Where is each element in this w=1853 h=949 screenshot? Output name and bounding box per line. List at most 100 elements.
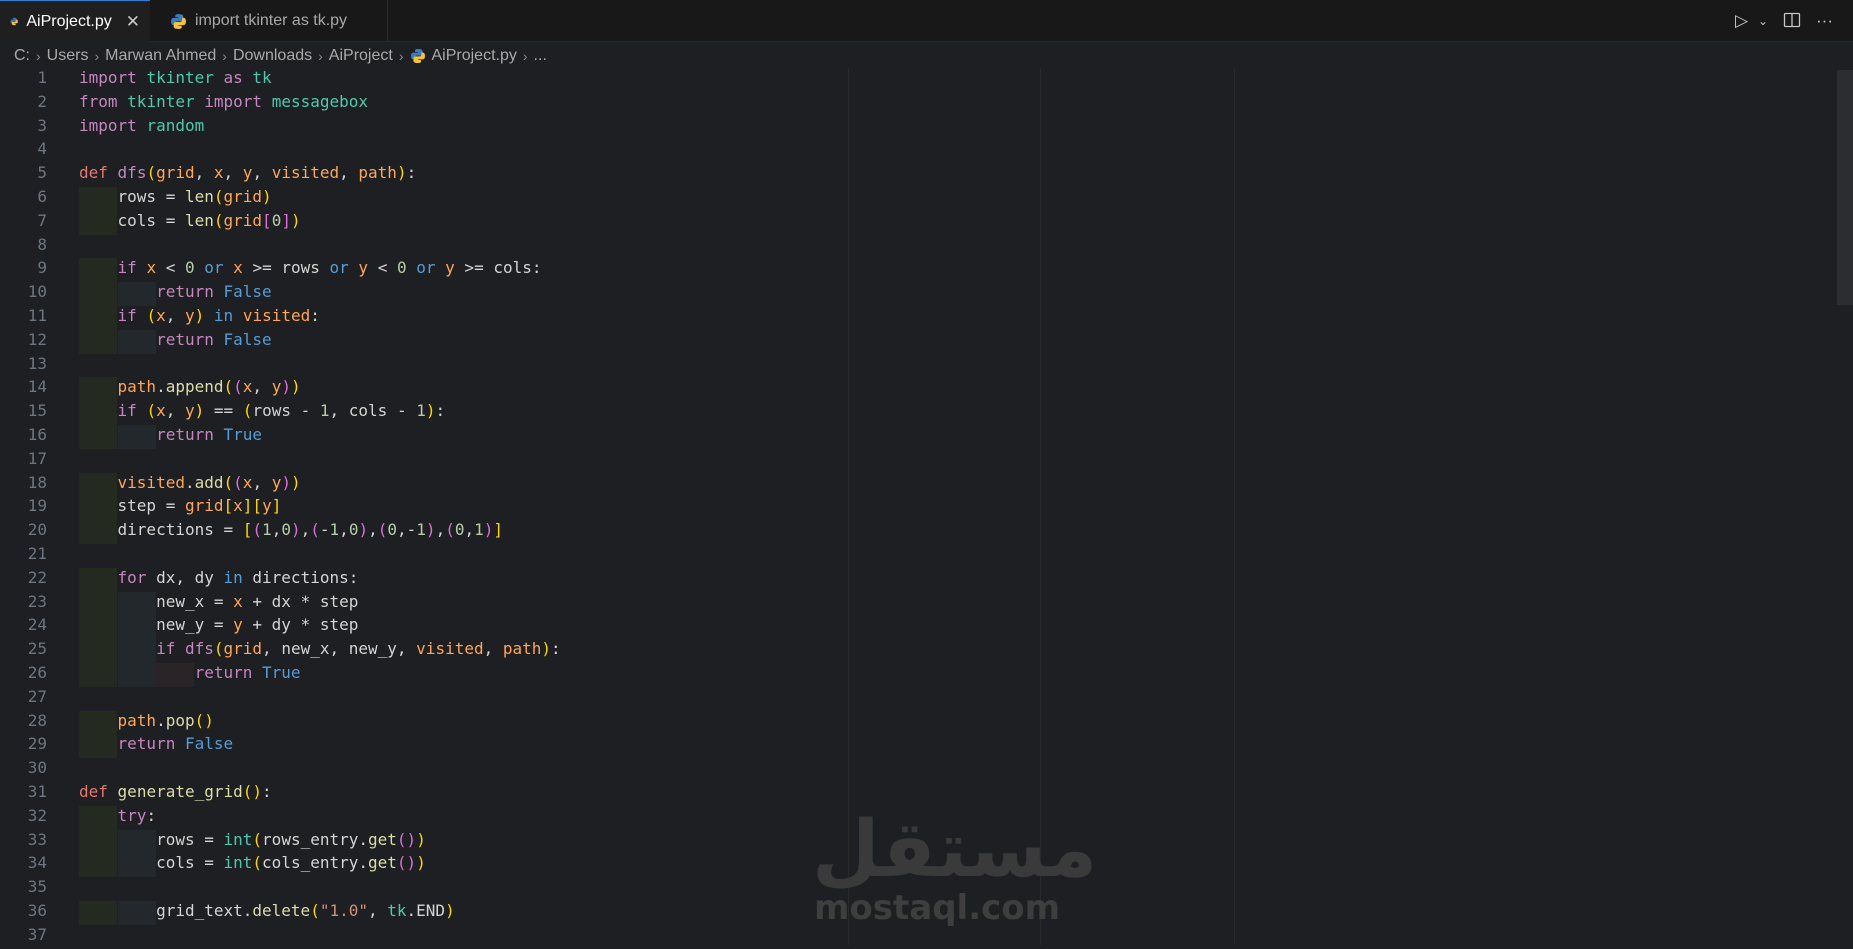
- code-line[interactable]: 20 directions = [(1,0),(-1,0),(0,-1),(0,…: [0, 520, 1830, 544]
- line-code: grid_text.delete("1.0", tk.END): [79, 901, 455, 920]
- scrollbar-thumb[interactable]: [1837, 70, 1853, 305]
- line-number: 9: [37, 258, 47, 278]
- line-number: 1: [37, 68, 47, 87]
- run-icon[interactable]: ▷: [1735, 11, 1748, 31]
- chevron-down-icon[interactable]: ⌄: [1758, 14, 1768, 28]
- tab-aiproject[interactable]: AiProject.py ✕: [0, 0, 150, 42]
- line-code: if (x, y) == (rows - 1, cols - 1):: [117, 401, 446, 421]
- code-line[interactable]: 27: [0, 687, 1830, 711]
- code-line[interactable]: 8: [0, 235, 1830, 259]
- line-number: 32: [27, 805, 47, 825]
- code-line[interactable]: 25 if dfs(grid, new_x, new_y, visited, p…: [0, 639, 1830, 663]
- tab-label: AiProject.py: [26, 12, 112, 30]
- python-icon: [410, 49, 425, 63]
- code-line[interactable]: 2 from tkinter import messagebox: [0, 92, 1830, 116]
- line-number: 29: [27, 734, 47, 754]
- line-number: 16: [27, 425, 47, 444]
- line-number: 4: [37, 139, 47, 159]
- code-line[interactable]: 1 import tkinter as tk: [0, 68, 1830, 92]
- line-number: 19: [27, 496, 47, 516]
- line-code: if dfs(grid, new_x, new_y, visited, path…: [156, 639, 561, 659]
- code-line[interactable]: 16 return True: [0, 425, 1830, 449]
- more-actions-icon[interactable]: ···: [1816, 11, 1833, 31]
- line-code: def dfs(grid, x, y, visited, path):: [79, 163, 417, 183]
- line-code: step = grid[x][y]: [79, 496, 282, 516]
- line-code: return True: [194, 663, 301, 682]
- code-line[interactable]: 28 path.pop(): [0, 710, 1830, 735]
- line-code: cols = int(cols_entry.get()): [79, 853, 426, 873]
- line-number: 3: [37, 115, 47, 135]
- code-line[interactable]: 9 if x < 0 or x >= rows or y < 0 or y >=…: [0, 258, 1830, 283]
- code-line[interactable]: 17: [0, 449, 1830, 473]
- line-number: 24: [27, 615, 47, 635]
- code-line[interactable]: 23 new_x = x + dx * step: [0, 591, 1830, 616]
- chevron-right-icon: ›: [222, 48, 227, 64]
- line-code: rows = int(rows_entry.get()): [79, 829, 426, 849]
- breadcrumb-item[interactable]: C:: [14, 47, 30, 65]
- code-line[interactable]: 22 for dx, dy in directions:: [0, 567, 1830, 592]
- line-number: 7: [37, 210, 47, 230]
- code-line[interactable]: 5 def dfs(grid, x, y, visited, path):: [0, 163, 1830, 187]
- line-number: 8: [37, 234, 47, 254]
- breadcrumb-item[interactable]: Downloads: [233, 47, 312, 65]
- code-line[interactable]: 7 cols = len(grid[0]): [0, 210, 1830, 235]
- code-line[interactable]: 19 step = grid[x][y]: [0, 496, 1830, 521]
- breadcrumb-item[interactable]: AiProject: [329, 47, 393, 65]
- code-line[interactable]: 29 return False: [0, 734, 1830, 759]
- line-code: def generate_grid():: [79, 782, 272, 801]
- code-line[interactable]: 31 def generate_grid():: [0, 782, 1830, 806]
- line-number: 25: [27, 639, 47, 659]
- line-number: 31: [27, 782, 47, 801]
- line-number: 27: [27, 686, 47, 706]
- line-number: 13: [27, 353, 47, 373]
- code-line[interactable]: 4: [0, 139, 1830, 163]
- line-number: 5: [37, 163, 47, 183]
- code-line[interactable]: 14 path.append((x, y)): [0, 377, 1830, 402]
- chevron-right-icon: ›: [94, 48, 100, 64]
- breadcrumb-item[interactable]: Marwan Ahmed: [105, 47, 216, 65]
- line-code: cols = len(grid[0]): [79, 210, 301, 230]
- line-number: 34: [27, 853, 47, 873]
- code-line[interactable]: 15 if (x, y) == (rows - 1, cols - 1):: [0, 401, 1830, 425]
- code-line[interactable]: 26 return True: [0, 663, 1830, 687]
- code-line[interactable]: 3 import random: [0, 116, 1830, 140]
- code-line[interactable]: 11 if (x, y) in visited:: [0, 306, 1830, 330]
- line-code: if x < 0 or x >= rows or y < 0 or y >= c…: [117, 258, 542, 278]
- line-code: try:: [117, 805, 157, 825]
- line-number: 12: [27, 329, 47, 349]
- python-icon: [10, 17, 18, 26]
- code-line[interactable]: 6 rows = len(grid): [0, 187, 1830, 211]
- line-number: 6: [37, 187, 47, 206]
- line-code: import random: [79, 115, 205, 135]
- code-line[interactable]: 10 return False: [0, 282, 1830, 306]
- breadcrumb-item[interactable]: ...: [534, 47, 547, 65]
- line-number: 18: [27, 472, 47, 492]
- code-line[interactable]: 13: [0, 354, 1830, 378]
- tab-bar: AiProject.py ✕ import tkinter as tk.py ▷…: [0, 0, 1853, 42]
- code-line[interactable]: 12 return False: [0, 329, 1830, 354]
- line-number: 14: [27, 377, 47, 397]
- line-number: 30: [27, 758, 47, 778]
- line-number: 10: [27, 282, 47, 302]
- watermark-latin: mostaql.com: [814, 888, 1061, 928]
- code-line[interactable]: 30: [0, 758, 1830, 782]
- line-number: 35: [27, 877, 47, 897]
- line-code: directions = [(1,0),(-1,0),(0,-1),(0,1)]: [79, 520, 504, 540]
- line-number: 15: [27, 401, 47, 421]
- breadcrumb-item[interactable]: Users: [47, 47, 89, 65]
- code-line[interactable]: 18 visited.add((x, y)): [0, 472, 1830, 497]
- code-line[interactable]: 21: [0, 544, 1830, 568]
- line-number: 36: [27, 901, 47, 920]
- line-code: import tkinter as tk: [79, 68, 272, 87]
- line-number: 33: [27, 829, 47, 849]
- tab-import-tkinter[interactable]: import tkinter as tk.py: [160, 0, 388, 42]
- code-line[interactable]: 24 new_y = y + dy * step: [0, 615, 1830, 640]
- line-number: 37: [27, 924, 47, 944]
- close-icon[interactable]: ✕: [126, 12, 140, 32]
- code-line[interactable]: 37: [0, 925, 1830, 949]
- line-code: for dx, dy in directions:: [117, 567, 359, 587]
- vertical-scrollbar[interactable]: [1837, 70, 1853, 945]
- breadcrumb-item[interactable]: AiProject.py: [432, 47, 517, 65]
- line-code: from tkinter import messagebox: [79, 91, 369, 111]
- split-editor-icon[interactable]: [1783, 11, 1801, 34]
